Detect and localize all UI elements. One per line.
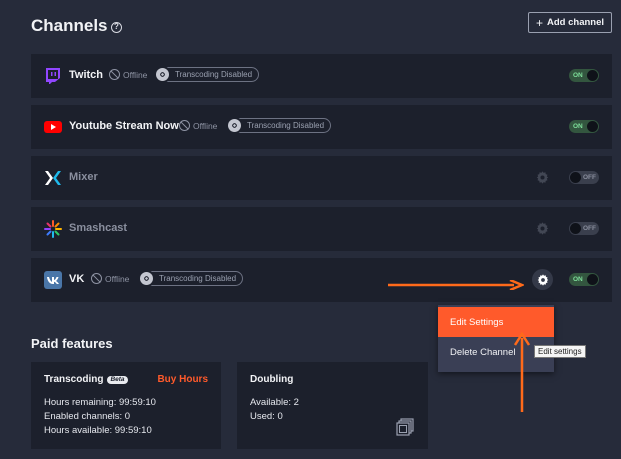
transcoding-label: Transcoding Disabled — [247, 121, 325, 130]
transcoding-card: Transcoding Beta Buy Hours Hours remaini… — [31, 362, 221, 449]
status-label: Offline — [105, 273, 130, 284]
vk-icon — [44, 271, 62, 289]
stack-copies-icon — [396, 418, 414, 436]
toggle-knob — [587, 274, 598, 285]
buy-hours-link[interactable]: Buy Hours — [157, 374, 208, 385]
offline-icon — [109, 69, 120, 80]
toggle-knob — [587, 70, 598, 81]
toggle-label: ON — [573, 72, 583, 79]
add-channel-button[interactable]: + Add channel — [528, 12, 612, 33]
beta-badge: Beta — [107, 375, 128, 384]
status-label: Offline — [123, 69, 148, 80]
toggle-knob — [587, 121, 598, 132]
status-label: Offline — [193, 120, 218, 131]
hours-available: Hours available: 99:59:10 — [44, 425, 152, 436]
plus-icon: + — [535, 15, 543, 30]
channel-toggle[interactable]: ON — [569, 120, 599, 133]
channel-name: VK — [69, 273, 85, 285]
channel-name: Smashcast — [69, 222, 128, 234]
help-icon[interactable]: ? — [111, 22, 122, 33]
mixer-icon — [45, 171, 61, 185]
channel-row-twitch: Twitch Offline Transcoding Disabled ON — [31, 54, 612, 98]
toggle-knob — [570, 223, 581, 234]
toggle-label: ON — [573, 276, 583, 283]
paid-features-title: Paid features — [31, 336, 113, 351]
offline-icon — [91, 273, 102, 284]
channel-toggle[interactable]: ON — [569, 69, 599, 82]
annotation-arrow-right-icon — [388, 280, 524, 290]
channel-status: Offline — [109, 69, 147, 80]
hours-remaining: Hours remaining: 99:59:10 — [44, 397, 156, 408]
channel-row-mixer: Mixer OFF — [31, 156, 612, 200]
settings-gear-button[interactable] — [532, 269, 553, 290]
doubling-used: Used: 0 — [250, 411, 283, 422]
channel-status: Offline — [91, 273, 129, 284]
edit-settings-menu-item[interactable]: Edit Settings — [438, 307, 554, 337]
enabled-channels: Enabled channels: 0 — [44, 411, 131, 422]
channel-row-youtube: Youtube Stream Now Offline Transcoding D… — [31, 105, 612, 149]
tooltip: Edit settings — [534, 345, 586, 358]
film-reel-icon — [138, 270, 155, 287]
add-channel-label: Add channel — [547, 17, 605, 28]
toggle-label: ON — [573, 123, 583, 130]
channel-status: Offline — [179, 120, 217, 131]
toggle-knob — [570, 172, 581, 183]
transcoding-badge: Transcoding Disabled — [154, 66, 260, 83]
doubling-card: Doubling Available: 2 Used: 0 — [237, 362, 428, 449]
channel-toggle[interactable]: OFF — [569, 222, 599, 235]
channel-row-vk: VK Offline Transcoding Disabled ON — [31, 258, 612, 302]
transcoding-label: Transcoding Disabled — [159, 274, 237, 283]
card-title: Transcoding Beta — [44, 374, 128, 385]
channel-settings-menu: Edit Settings Delete Channel — [438, 305, 554, 372]
channel-toggle[interactable]: ON — [569, 273, 599, 286]
smashcast-icon — [44, 220, 62, 238]
gear-icon[interactable] — [536, 171, 549, 184]
annotation-arrow-up-icon — [513, 332, 531, 412]
doubling-title: Doubling — [250, 374, 294, 385]
transcoding-badge: Transcoding Disabled — [226, 117, 332, 134]
channel-row-smashcast: Smashcast OFF — [31, 207, 612, 251]
channel-name: Twitch — [69, 69, 104, 81]
doubling-available: Available: 2 — [250, 397, 299, 408]
toggle-label: OFF — [583, 174, 596, 181]
offline-icon — [179, 120, 190, 131]
transcoding-label: Transcoding Disabled — [175, 70, 253, 79]
gear-icon[interactable] — [536, 222, 549, 235]
transcoding-title: Transcoding — [44, 374, 104, 385]
film-reel-icon — [226, 117, 243, 134]
channel-name: Mixer — [69, 171, 98, 183]
film-reel-icon — [154, 66, 171, 83]
channel-toggle[interactable]: OFF — [569, 171, 599, 184]
toggle-label: OFF — [583, 225, 596, 232]
page-title: Channels — [31, 16, 108, 35]
channel-name: Youtube Stream Now — [69, 120, 179, 132]
twitch-icon — [46, 68, 60, 84]
youtube-icon — [44, 121, 62, 133]
gear-icon — [537, 273, 548, 286]
transcoding-badge: Transcoding Disabled — [138, 270, 244, 287]
